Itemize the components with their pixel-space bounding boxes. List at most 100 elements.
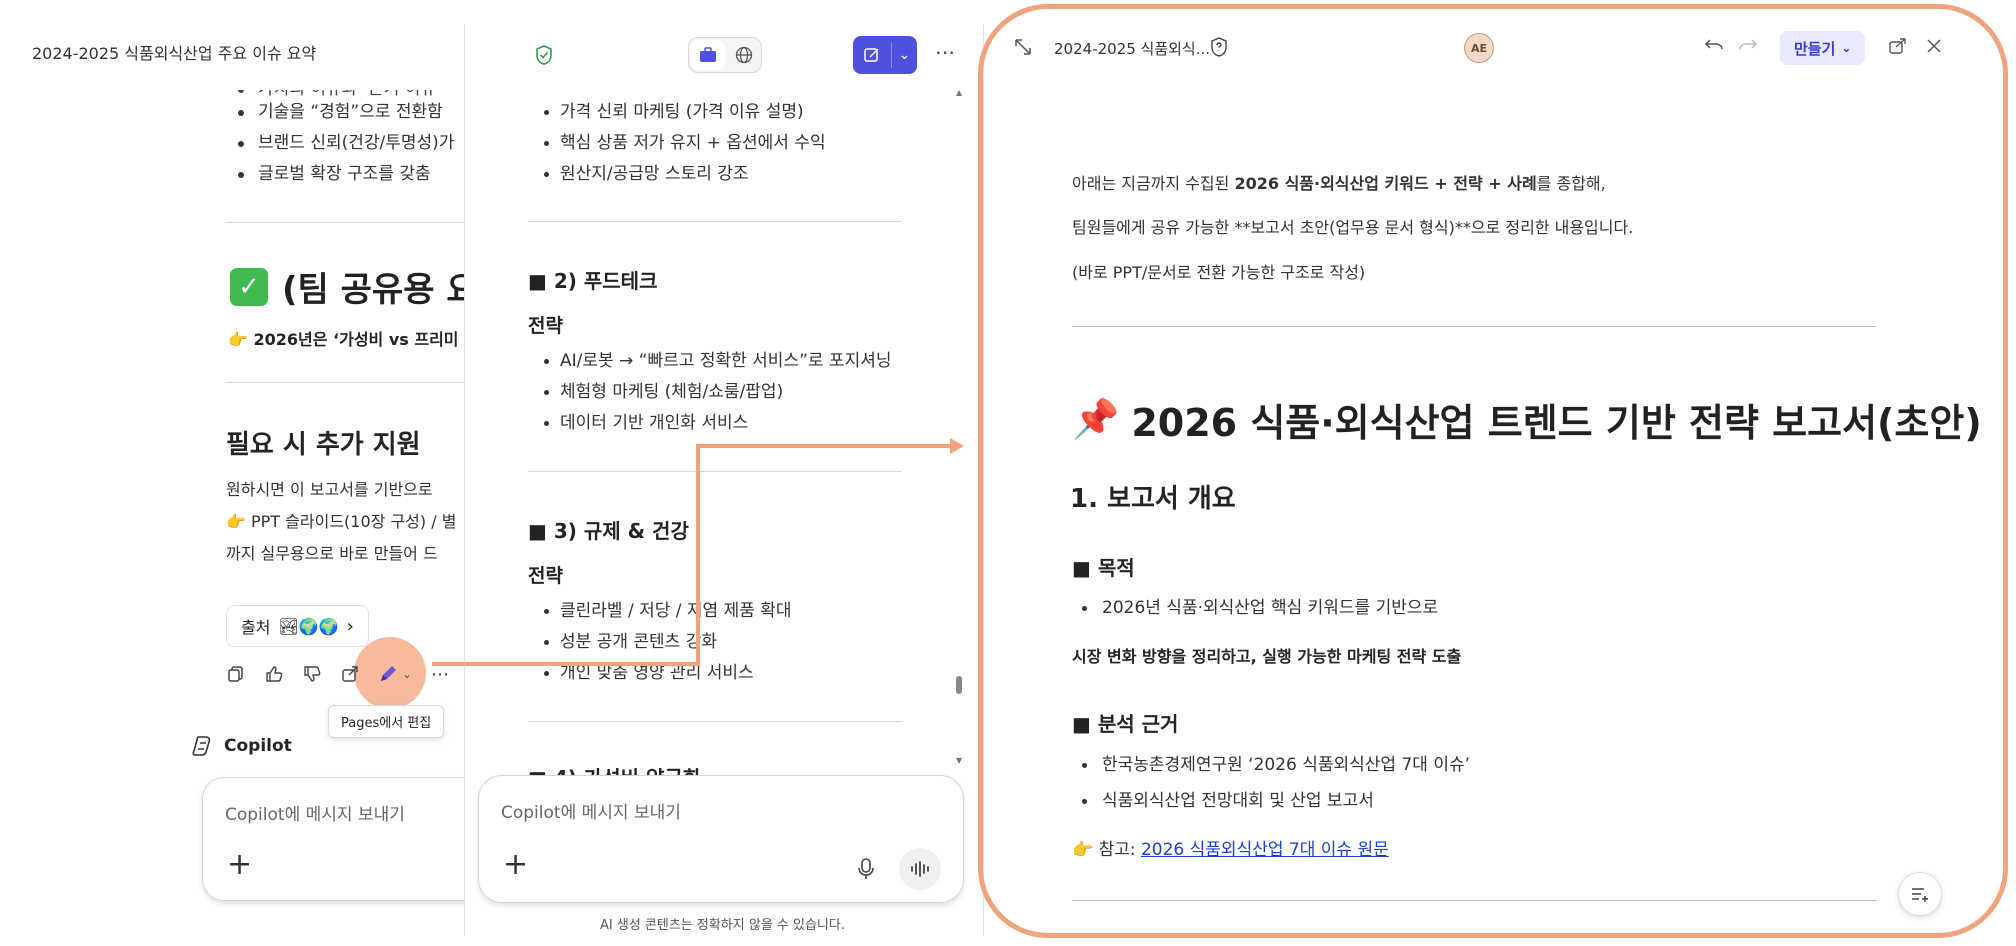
sources-button[interactable]: 출처 🏞🌍🌍 › bbox=[226, 605, 369, 647]
support-paragraph-line: 원하시면 이 보고서를 기반으로 bbox=[226, 480, 433, 499]
window-title: 2024-2025 식품외식산업 주요 이슈 요약 bbox=[32, 44, 317, 63]
sources-favicons: 🏞🌍🌍 bbox=[278, 616, 339, 636]
microphone-icon[interactable] bbox=[857, 858, 875, 884]
document-title: 📌 2026 식품·외식산업 트렌드 기반 전략 보고서(초안) bbox=[1072, 392, 1982, 447]
close-icon[interactable] bbox=[1926, 38, 1942, 58]
edit-in-pages-icon[interactable] bbox=[378, 664, 398, 684]
section-heading-regulation: ■ 3) 규제 & 건강 bbox=[528, 519, 689, 543]
new-chat-button[interactable]: ⌄ bbox=[853, 36, 917, 74]
chevron-down-icon: ⌄ bbox=[1841, 41, 1852, 55]
shield-question-icon[interactable] bbox=[1210, 37, 1228, 61]
list-item: 글로벌 확장 구조를 갖춤 bbox=[230, 159, 454, 190]
tooltip: Pages에서 편집 bbox=[328, 705, 445, 738]
section-heading-cut-wrap: ■ 4) 가성비 양극화 bbox=[528, 762, 928, 776]
list-item: 가격 신뢰 마케팅 (가격 이유 설명) bbox=[540, 97, 826, 128]
team-subheading: 👉 2026년은 ‘가성비 vs 프리미 bbox=[228, 330, 459, 349]
add-section-icon bbox=[1912, 888, 1928, 902]
input-placeholder: Copilot에 메시지 보내기 bbox=[501, 803, 681, 823]
chevron-down-icon[interactable]: ⌄ bbox=[892, 36, 917, 74]
purpose-list: 2026년 식품·외식산업 핵심 키워드를 기반으로 bbox=[1072, 590, 1438, 626]
scroll-up-icon[interactable]: ▲ bbox=[956, 88, 962, 97]
shield-check-icon bbox=[533, 44, 555, 70]
reference-line: 👉 참고: 2026 식품외식산업 7대 이슈 원문 bbox=[1072, 835, 1389, 860]
list-item: 핵심 상품 저가 유지 + 옵션에서 수익 bbox=[540, 128, 826, 159]
divider bbox=[1072, 900, 1876, 901]
left-bullet-list: 기술을 “경험”으로 전환함 브랜드 신뢰(건강/투명성)가 글로벌 확장 구조… bbox=[230, 97, 454, 190]
plus-icon[interactable]: + bbox=[503, 850, 528, 880]
basis-heading: ■ 분석 근거 bbox=[1072, 712, 1179, 736]
chat-panel-header: ⌄ ⋯ bbox=[465, 24, 983, 86]
divider bbox=[528, 221, 902, 222]
scrollbar-thumb[interactable] bbox=[956, 676, 962, 694]
chevron-right-icon: › bbox=[346, 615, 354, 637]
share-icon[interactable] bbox=[340, 664, 360, 684]
new-chat-icon[interactable] bbox=[853, 36, 891, 74]
divider bbox=[528, 721, 902, 722]
copy-icon[interactable] bbox=[226, 664, 246, 684]
support-heading: 필요 시 추가 지원 bbox=[226, 430, 421, 460]
list-item: 데이터 기반 개인화 서비스 bbox=[540, 408, 892, 439]
team-heading-text: (팀 공유용 요 bbox=[282, 270, 478, 310]
chevron-down-icon[interactable]: ⌄ bbox=[402, 664, 412, 684]
more-options-icon[interactable]: ⋯ bbox=[935, 40, 955, 64]
middle-list-pricing: 가격 신뢰 마케팅 (가격 이유 설명) 핵심 상품 저가 유지 + 옵션에서 … bbox=[540, 97, 826, 190]
undo-icon[interactable] bbox=[1704, 37, 1724, 59]
thumbs-up-icon[interactable] bbox=[264, 664, 284, 684]
document-title-text: 2026 식품·외식산업 트렌드 기반 전략 보고서(초안) bbox=[1131, 401, 1982, 445]
reference-link[interactable]: 2026 식품외식산업 7대 이슈 원문 bbox=[1141, 840, 1389, 860]
list-item: 체험형 마케팅 (체험/쇼룸/팝업) bbox=[540, 377, 892, 408]
list-item: 개인 맞춤 영양 관리 서비스 bbox=[540, 658, 792, 689]
voice-wave-icon[interactable] bbox=[899, 848, 941, 890]
basis-list: 한국농촌경제연구원 ‘2026 식품외식산업 7대 이슈’ 식품외식산업 전망대… bbox=[1072, 747, 1470, 819]
work-briefcase-icon[interactable] bbox=[691, 40, 725, 70]
ai-disclaimer: AI 생성 콘텐츠는 정확하지 않을 수 있습니다. bbox=[600, 918, 845, 933]
scroll-down-icon[interactable]: ▼ bbox=[956, 756, 962, 765]
divider bbox=[226, 222, 464, 223]
avatar[interactable]: AE bbox=[1464, 33, 1494, 63]
list-item: AI/로봇 → “빠르고 정확한 서비스”로 포지셔닝 bbox=[540, 346, 892, 377]
list-item: 원산지/공급망 스토리 강조 bbox=[540, 159, 826, 190]
intro-text: 아래는 지금까지 수집된 bbox=[1072, 174, 1235, 193]
floating-add-section-button[interactable] bbox=[1898, 872, 1942, 916]
intro-bold-text: 2026 식품·외식산업 키워드 + 전략 + 사례 bbox=[1234, 174, 1537, 193]
collapse-icon[interactable] bbox=[1014, 38, 1032, 60]
chat-message-input[interactable]: Copilot에 메시지 보내기 + bbox=[478, 775, 964, 903]
page-tab-title[interactable]: 2024-2025 식품외식... bbox=[1054, 38, 1210, 59]
more-options-icon[interactable]: ⋯ bbox=[430, 664, 450, 685]
support-paragraph-line: 👉 PPT 슬라이드(10장 구성) / 별 bbox=[226, 512, 457, 531]
intro-text: 를 종합해, bbox=[1536, 174, 1606, 193]
divider bbox=[1072, 326, 1876, 327]
list-item: 브랜드 신뢰(건강/투명성)가 bbox=[230, 128, 454, 159]
intro-line: 팀원들에게 공유 가능한 **보고서 초안(업무용 문서 형식)**으로 정리한… bbox=[1072, 218, 1634, 237]
copilot-label: Copilot bbox=[190, 734, 292, 758]
mode-toggle[interactable] bbox=[688, 37, 762, 73]
plus-icon[interactable]: + bbox=[227, 850, 252, 880]
redo-icon[interactable] bbox=[1738, 37, 1758, 59]
section-heading-foodtech: ■ 2) 푸드테크 bbox=[528, 269, 658, 293]
input-placeholder: Copilot에 메시지 보내기 bbox=[225, 805, 405, 825]
sources-label: 출처 bbox=[241, 618, 271, 637]
purpose-bold-line: 시장 변화 방향을 정리하고, 실행 가능한 마케팅 전략 도출 bbox=[1072, 647, 1462, 666]
thumbs-down-icon[interactable] bbox=[302, 664, 322, 684]
list-item: 2026년 식품·외식산업 핵심 키워드를 기반으로 bbox=[1072, 590, 1438, 626]
copilot-logo-icon bbox=[192, 736, 211, 756]
chat-scrollbar[interactable]: ▲ ▼ bbox=[954, 88, 964, 768]
list-item: 성분 공개 콘텐츠 강화 bbox=[540, 627, 792, 658]
make-button[interactable]: 만들기 ⌄ bbox=[1780, 31, 1866, 65]
message-action-bar: ⌄ ⋯ bbox=[226, 664, 450, 685]
list-item: 클린라벨 / 저당 / 저염 제품 확대 bbox=[540, 596, 792, 627]
divider bbox=[226, 382, 464, 383]
intro-line: (바로 PPT/문서로 전환 가능한 구조로 작성) bbox=[1072, 263, 1366, 282]
pushpin-icon: 📌 bbox=[1072, 397, 1120, 441]
section-heading-overview: 1. 보고서 개요 bbox=[1070, 484, 1236, 514]
share-icon[interactable] bbox=[1888, 37, 1908, 59]
intro-line: 아래는 지금까지 수집된 2026 식품·외식산업 키워드 + 전략 + 사례를… bbox=[1072, 170, 1606, 194]
strategy-label: 전략 bbox=[528, 565, 563, 587]
list-item: 한국농촌경제연구원 ‘2026 식품외식산업 7대 이슈’ bbox=[1072, 747, 1470, 783]
list-item: 기술을 “경험”으로 전환함 bbox=[230, 97, 454, 128]
copilot-label-text: Copilot bbox=[224, 736, 292, 756]
web-globe-icon[interactable] bbox=[729, 40, 759, 70]
purpose-heading: ■ 목적 bbox=[1072, 556, 1135, 580]
team-heading: ✓ (팀 공유용 요 bbox=[230, 262, 478, 311]
middle-list-regulation: 클린라벨 / 저당 / 저염 제품 확대 성분 공개 콘텐츠 강화 개인 맞춤 … bbox=[540, 596, 792, 689]
